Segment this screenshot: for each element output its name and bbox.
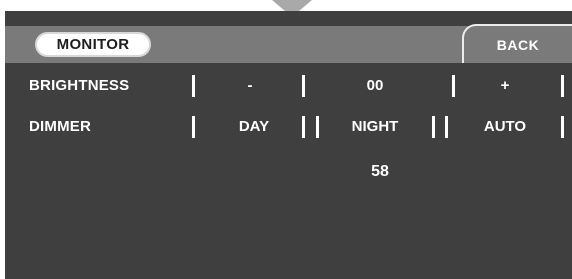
separator: [561, 116, 564, 138]
brightness-row: BRIGHTNESS - 00 +: [5, 72, 572, 102]
separator: [445, 116, 448, 138]
brightness-decrease-button[interactable]: -: [210, 77, 290, 94]
back-button[interactable]: BACK: [462, 24, 572, 63]
separator: [302, 75, 305, 97]
dimmer-label: DIMMER: [29, 118, 92, 135]
dimmer-auto-button[interactable]: AUTO: [460, 118, 550, 135]
separator: [432, 116, 435, 138]
separator: [192, 116, 195, 138]
separator: [302, 116, 305, 138]
separator: [192, 75, 195, 97]
dimmer-night-button[interactable]: NIGHT: [325, 118, 425, 135]
separator: [561, 75, 564, 97]
dimmer-row: DIMMER DAY NIGHT AUTO: [5, 113, 572, 143]
dimmer-day-button[interactable]: DAY: [210, 118, 298, 135]
brightness-label: BRIGHTNESS: [29, 77, 130, 94]
brightness-increase-button[interactable]: +: [465, 77, 545, 94]
dimmer-level-value: 58: [371, 163, 389, 180]
tab-monitor[interactable]: MONITOR: [35, 32, 151, 57]
separator: [452, 75, 455, 97]
header-bar: MONITOR BACK: [5, 24, 572, 63]
separator: [316, 116, 319, 138]
brightness-value: 00: [366, 77, 384, 94]
monitor-screen: MONITOR BACK BRIGHTNESS - 00 + DIMMER DA…: [5, 11, 572, 279]
